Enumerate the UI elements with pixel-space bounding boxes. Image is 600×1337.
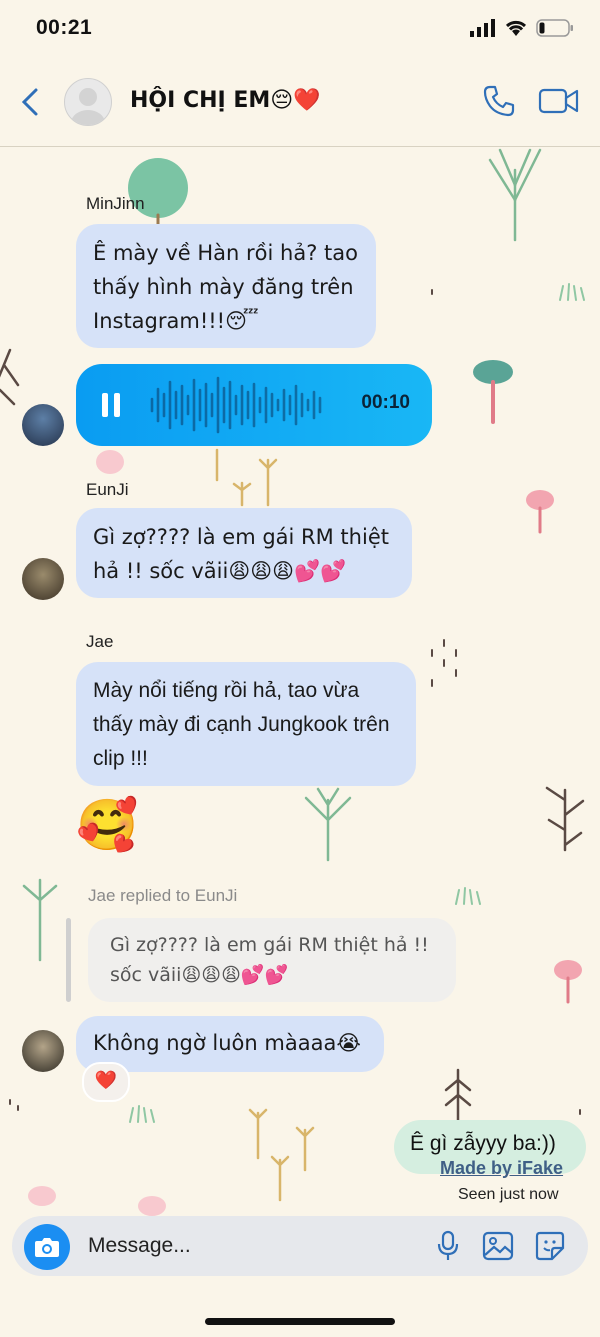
gallery-icon[interactable] [482, 1230, 514, 1262]
person-icon [71, 88, 105, 125]
battery-icon [536, 19, 573, 37]
sender-name: MinJinn [86, 194, 145, 213]
home-indicator [205, 1318, 395, 1325]
message-bubble[interactable]: Ê mày về Hàn rồi hả? tao thấy hình mày đ… [76, 224, 376, 348]
watermark: Made by iFake [440, 1158, 564, 1178]
back-arrow-icon[interactable] [16, 82, 46, 122]
group-avatar[interactable] [64, 78, 112, 126]
sticker-icon[interactable] [534, 1230, 566, 1262]
message-bubble[interactable]: Mày nổi tiếng rồi hả, tao vừa thấy mày đ… [76, 662, 416, 786]
status-time: 00:21 [36, 16, 93, 39]
avatar[interactable] [22, 1030, 64, 1072]
microphone-icon[interactable] [436, 1230, 460, 1262]
message-bubble[interactable]: Không ngờ luôn màaaa😭 [76, 1016, 384, 1072]
cellular-signal-icon [470, 19, 495, 37]
chat-title[interactable]: HỘI CHỊ EM😔❤️ [130, 88, 321, 113]
video-call-icon[interactable] [538, 86, 580, 116]
message-input[interactable]: Message... [88, 1234, 191, 1258]
camera-icon [35, 1238, 59, 1257]
chat-header: HỘI CHỊ EM😔❤️ [0, 62, 600, 147]
avatar[interactable] [22, 558, 64, 600]
seen-status: Seen just now [458, 1186, 559, 1203]
status-icons [470, 18, 574, 38]
audio-waveform [150, 376, 322, 434]
heart-reaction[interactable]: ❤️ [82, 1062, 130, 1102]
emoji-message[interactable]: 🥰 [76, 796, 138, 854]
quoted-message[interactable]: Gì zợ???? là em gái RM thiệt hả !! sốc v… [88, 918, 456, 1002]
reply-label: Jae replied to EunJi [88, 886, 238, 905]
voice-message[interactable]: 00:10 [76, 364, 432, 446]
message-bubble[interactable]: Gì zợ???? là em gái RM thiệt hả !! sốc v… [76, 508, 412, 598]
camera-button[interactable] [24, 1224, 70, 1270]
reply-indicator-bar [66, 918, 71, 1002]
phone-call-icon[interactable] [482, 84, 516, 118]
status-bar: 00:21 [0, 0, 600, 60]
sender-name: Jae [86, 632, 114, 651]
message-composer: Message... [12, 1216, 588, 1276]
sender-name: EunJi [86, 480, 129, 499]
wifi-icon [505, 20, 527, 36]
voice-duration: 00:10 [361, 392, 410, 413]
avatar[interactable] [22, 404, 64, 446]
pause-icon[interactable] [100, 392, 122, 418]
